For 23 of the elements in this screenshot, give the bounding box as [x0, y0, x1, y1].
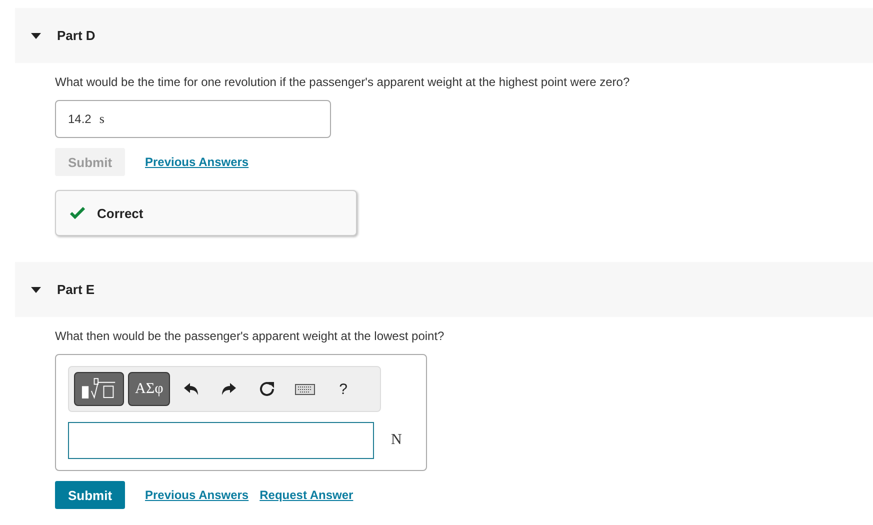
answer-link[interactable]: Previous Answers	[145, 488, 249, 502]
unit-label: N	[391, 432, 402, 449]
square-root-template-icon	[81, 377, 117, 401]
answer-field[interactable]: 14.2 s	[55, 100, 331, 138]
part-header[interactable]: Part E	[15, 262, 873, 317]
reset-icon	[259, 381, 276, 397]
answer-link[interactable]: Request Answer	[260, 488, 354, 502]
checkmark-icon	[70, 207, 85, 219]
question-text: What then would be the passenger's apparent weight at the lowest point?	[55, 329, 446, 343]
part-header[interactable]: Part D	[15, 8, 873, 63]
submit-button[interactable]: Submit	[55, 481, 125, 509]
question-text: What would be the time for one revolution if the passenger's apparent weight at the highest point were zero?	[55, 75, 631, 89]
part-title: Part E	[57, 282, 95, 297]
answer-link[interactable]: Previous Answers	[145, 155, 249, 169]
keyboard-icon	[295, 384, 316, 394]
symbols-button[interactable]: ΑΣφ	[128, 372, 170, 406]
templates-button[interactable]	[74, 372, 124, 406]
answer-input[interactable]	[68, 422, 374, 459]
part-title: Part D	[57, 28, 96, 43]
undo-icon	[184, 383, 198, 395]
feedback-text: Correct	[97, 206, 144, 220]
help-button[interactable]: ?	[326, 374, 360, 404]
redo-icon	[222, 383, 236, 395]
